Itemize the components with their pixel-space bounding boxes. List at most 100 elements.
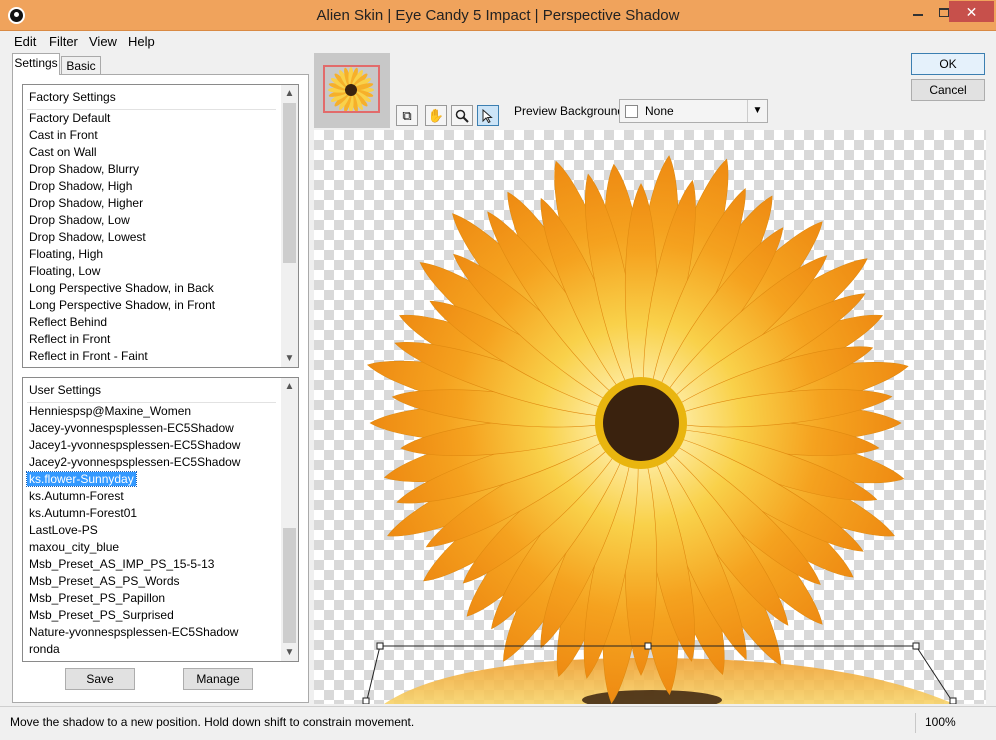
close-button[interactable]: ✕ [949,1,994,22]
cancel-button[interactable]: Cancel [911,79,985,101]
user-list-item-label: Jacey2-yvonnespsplessen-EC5Shadow [29,455,241,469]
user-list-item-label: Msb_Preset_PS_Surprised [29,608,174,622]
tab-settings[interactable]: Settings [12,53,60,75]
ok-button[interactable]: OK [911,53,985,75]
chevron-up-icon[interactable]: ▲ [281,378,298,395]
factory-list-item-label: Factory Default [29,111,111,125]
factory-list-item-label: Drop Shadow, Blurry [29,162,140,176]
scroll-thumb[interactable] [283,103,296,263]
save-button[interactable]: Save [65,668,135,690]
status-separator [915,713,916,733]
factory-settings-list[interactable]: Factory Settings Factory Default Cast in … [22,84,299,368]
chevron-down-icon[interactable]: ▼ [281,350,298,367]
user-list-item-label: LastLove-PS [29,523,98,537]
factory-list-item[interactable]: Long Perspective Shadow, in Back [23,280,281,297]
chevron-up-icon[interactable]: ▲ [281,85,298,102]
navigator-thumbnail[interactable] [314,53,390,128]
menu-help[interactable]: Help [128,34,155,49]
factory-list-item[interactable]: Reflect Behind [23,314,281,331]
close-icon: ✕ [965,4,978,20]
user-scrollbar[interactable]: ▲ ▼ [281,378,298,661]
user-list-item[interactable]: maxou_city_blue [23,539,281,556]
scroll-thumb[interactable] [283,528,296,643]
user-list-item-label: Jacey1-yvonnespsplessen-EC5Shadow [29,438,241,452]
user-list-item[interactable]: Jacey-yvonnespsplessen-EC5Shadow [23,420,281,437]
preview-canvas[interactable] [314,130,986,704]
factory-list-item-label: Long Perspective Shadow, in Front [29,298,216,312]
user-list-item-label: ks.Autumn-Forest01 [29,506,138,520]
compare-icon: ⧉ [402,108,412,123]
hand-tool-button[interactable]: ✋ [425,105,447,126]
user-list-item[interactable]: ks.Autumn-Forest01 [23,505,281,522]
factory-list-item[interactable]: Cast in Front [23,127,281,144]
minimize-button[interactable] [905,0,931,22]
user-list-item[interactable]: ronda [23,641,281,658]
factory-list-item[interactable]: Drop Shadow, Higher [23,195,281,212]
user-list-item[interactable]: Henniespsp@Maxine_Women [23,403,281,420]
factory-list-item[interactable]: Drop Shadow, High [23,178,281,195]
factory-settings-header: Factory Settings [29,90,116,104]
user-settings-items: Henniespsp@Maxine_Women Jacey-yvonnespspl… [23,403,281,658]
user-settings-list[interactable]: User Settings Henniespsp@Maxine_Women Jac… [22,377,299,662]
factory-list-item-label: Floating, Low [29,264,101,278]
menu-view[interactable]: View [89,34,117,49]
preview-image [362,155,957,704]
menu-filter[interactable]: Filter [49,34,78,49]
user-list-item[interactable]: ks.Autumn-Forest [23,488,281,505]
factory-list-item-label: Reflect Behind [29,315,108,329]
window-title: Alien Skin | Eye Candy 5 Impact | Perspe… [316,7,680,24]
factory-list-item-label: Reflect in Front [29,332,111,346]
user-list-item[interactable]: Msb_Preset_AS_PS_Words [23,573,281,590]
factory-list-item[interactable]: Drop Shadow, Blurry [23,161,281,178]
factory-list-item[interactable]: Factory Default [23,110,281,127]
user-list-item[interactable]: Msb_Preset_PS_Papillon [23,590,281,607]
user-list-item-label: Msb_Preset_AS_IMP_PS_15-5-13 [29,557,215,571]
user-list-item[interactable]: Jacey1-yvonnespsplessen-EC5Shadow [23,437,281,454]
factory-list-item[interactable]: Long Perspective Shadow, in Front [23,297,281,314]
user-list-item[interactable]: ks.flower-Sunnyday [23,471,281,488]
factory-list-item[interactable]: Reflect in Front [23,331,281,348]
preview-background-select[interactable]: None ▼ [619,99,768,123]
user-list-item[interactable]: Jacey2-yvonnespsplessen-EC5Shadow [23,454,281,471]
factory-list-item-label: Drop Shadow, Lowest [29,230,146,244]
maximize-icon [939,7,949,17]
factory-list-item-label: Long Perspective Shadow, in Back [29,281,214,295]
factory-list-item[interactable]: Floating, Low [23,263,281,280]
factory-list-item-label: Cast in Front [29,128,98,142]
chevron-down-icon[interactable]: ▼ [747,100,767,122]
compare-tool-button[interactable]: ⧉ [396,105,418,126]
menu-edit[interactable]: Edit [14,34,36,49]
title-bar: Alien Skin | Eye Candy 5 Impact | Perspe… [0,0,996,31]
factory-scrollbar[interactable]: ▲ ▼ [281,85,298,367]
factory-list-item[interactable]: Drop Shadow, Low [23,212,281,229]
user-list-item-label: Jacey-yvonnespsplessen-EC5Shadow [29,421,234,435]
factory-list-item-label: Drop Shadow, High [29,179,133,193]
user-list-item[interactable]: Nature-yvonnespsplessen-EC5Shadow [23,624,281,641]
hand-icon: ✋ [427,108,445,123]
menu-bar: Edit Filter View Help [0,31,996,51]
zoom-tool-button[interactable] [451,105,473,126]
minimize-icon [913,14,923,17]
user-list-item[interactable]: Msb_Preset_AS_IMP_PS_15-5-13 [23,556,281,573]
user-list-item[interactable]: LastLove-PS [23,522,281,539]
chevron-down-icon[interactable]: ▼ [281,644,298,661]
pointer-tool-button[interactable] [477,105,499,126]
navigator-view-rectangle[interactable] [323,65,380,113]
user-list-item[interactable]: Msb_Preset_PS_Surprised [23,607,281,624]
factory-list-item-label: Drop Shadow, Higher [29,196,144,210]
status-bar: Move the shadow to a new position. Hold … [0,706,996,740]
tab-basic[interactable]: Basic [61,56,101,76]
user-list-item-label: Msb_Preset_PS_Papillon [29,591,166,605]
factory-list-item[interactable]: Reflect in Front - Faint [23,348,281,365]
manage-button[interactable]: Manage [183,668,253,690]
user-list-item-label: ks.Autumn-Forest [29,489,124,503]
background-swatch [625,105,638,118]
factory-list-item[interactable]: Floating, High [23,246,281,263]
preview-background-value: None [645,104,674,118]
arrow-pointer-icon [482,108,493,124]
zoom-level: 100% [925,715,956,729]
factory-list-item[interactable]: Cast on Wall [23,144,281,161]
factory-list-item[interactable]: Drop Shadow, Lowest [23,229,281,246]
user-list-item-label: Msb_Preset_AS_PS_Words [29,574,180,588]
factory-list-item-label: Floating, High [29,247,104,261]
